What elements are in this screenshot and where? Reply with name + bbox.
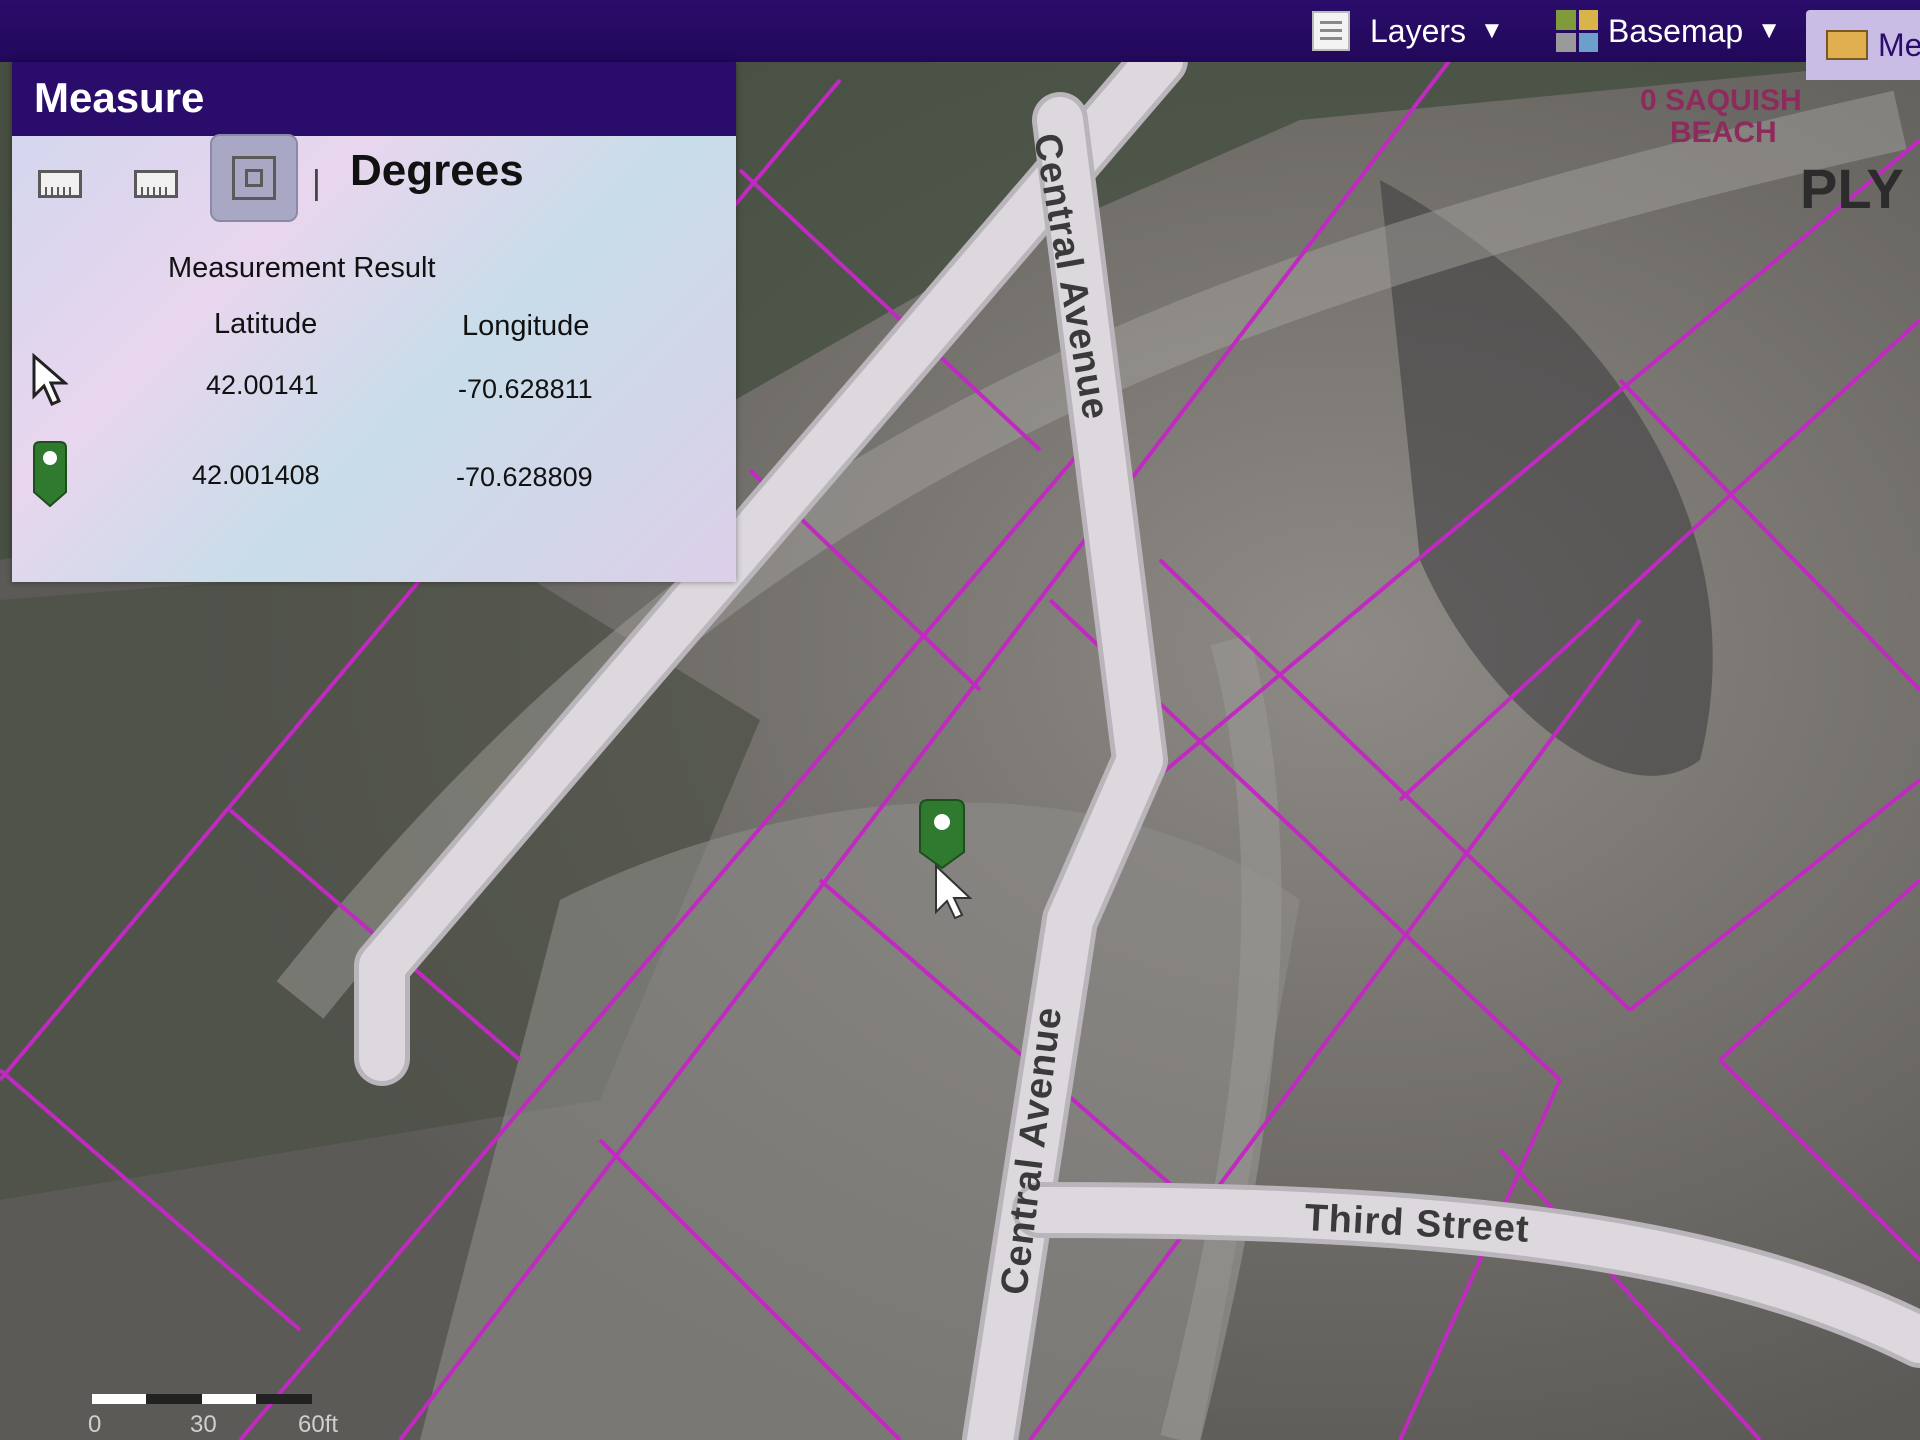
row2-latitude: 42.001408: [192, 460, 320, 490]
unit-separator: |: [312, 164, 321, 202]
measure-label: Me: [1878, 26, 1920, 63]
top-toolbar: Layers ▼ Basemap ▼ Me: [0, 0, 1920, 80]
green-marker-icon[interactable]: [919, 799, 965, 870]
cursor-pointer-icon: [32, 352, 68, 406]
scale-label-60ft: 60ft: [298, 1411, 338, 1438]
basemap-label: Basemap: [1608, 12, 1744, 49]
layers-list-icon: [1312, 11, 1350, 51]
column-header-latitude: Latitude: [214, 308, 318, 340]
unit-selector[interactable]: Degrees: [350, 146, 524, 196]
layers-button[interactable]: Layers ▼: [1312, 6, 1504, 56]
column-header-longitude: Longitude: [462, 310, 590, 342]
chevron-down-icon: ▼: [1480, 17, 1504, 44]
scale-bar: [92, 1394, 312, 1404]
area-ruler-icon: [38, 170, 82, 198]
distance-ruler-icon: [134, 170, 178, 198]
result-title: Measurement Result: [168, 252, 436, 284]
area-tool-button[interactable]: [28, 152, 92, 216]
chevron-down-icon: ▼: [1757, 17, 1781, 44]
scale-label-30: 30: [190, 1411, 217, 1438]
layers-label: Layers: [1370, 12, 1467, 49]
location-icon: [232, 156, 276, 200]
basemap-grid-icon: [1556, 10, 1598, 52]
row1-longitude: -70.628811: [458, 374, 593, 404]
place-label-saquish: 0 SAQUISH: [1640, 84, 1802, 117]
place-label-beach: BEACH: [1670, 116, 1777, 149]
measure-panel: Measure | Degrees Measurement Result Lat…: [12, 62, 736, 582]
ruler-icon: [1826, 30, 1868, 60]
distance-tool-button[interactable]: [124, 152, 188, 216]
basemap-button[interactable]: Basemap ▼: [1556, 6, 1781, 56]
panel-title: Measure: [12, 62, 736, 136]
green-marker-icon: [33, 441, 67, 508]
location-tool-button[interactable]: [210, 134, 298, 222]
place-label-plymouth: PLY: [1800, 157, 1904, 220]
measure-button[interactable]: Me: [1806, 10, 1920, 80]
row1-latitude: 42.00141: [206, 370, 319, 400]
row2-longitude: -70.628809: [456, 462, 593, 492]
scale-label-0: 0: [88, 1411, 101, 1438]
